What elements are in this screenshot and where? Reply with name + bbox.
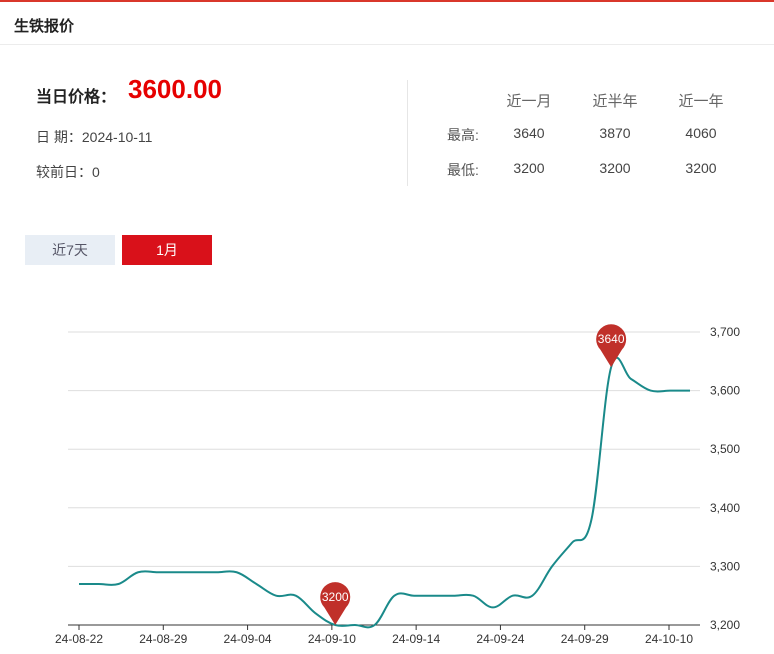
- x-tick-label: 24-09-10: [308, 632, 356, 646]
- series-line: [79, 356, 690, 629]
- change-label: 较前日：: [36, 164, 92, 180]
- date-row: 日 期：2024-10-11: [36, 127, 152, 147]
- x-tick-label: 24-09-24: [476, 632, 524, 646]
- tab-1-month[interactable]: 1月: [122, 235, 212, 265]
- x-tick-label: 24-09-29: [561, 632, 609, 646]
- stats-high-month: 3640: [513, 125, 545, 141]
- vertical-divider: [407, 80, 408, 186]
- marker-pin: 3200: [320, 582, 351, 625]
- x-tick-label: 24-09-14: [392, 632, 440, 646]
- stats-column-year: 近一年: [678, 93, 724, 110]
- date-value: 2024-10-11: [81, 129, 153, 145]
- stats-low-half-year: 3200: [599, 160, 631, 176]
- y-tick-label: 3,300: [710, 559, 740, 573]
- marker-pin: 3640: [596, 324, 627, 368]
- stats-column-month: 近一月: [506, 93, 552, 110]
- price-line-chart: 3,200 3,300 3,400 3,500 3,600 3,700 24-08-22 24…: [55, 324, 740, 646]
- stats-high-label: 最高:: [447, 127, 479, 143]
- marker-label: 3200: [322, 590, 349, 604]
- x-tick-label: 24-08-29: [139, 632, 187, 646]
- stats-low-label: 最低:: [447, 162, 479, 178]
- marker-label: 3640: [598, 332, 625, 346]
- current-price-label: 当日价格：: [36, 89, 117, 106]
- y-tick-label: 3,700: [710, 325, 740, 339]
- stats-low-month: 3200: [513, 160, 545, 176]
- section-title: 生铁报价: [14, 18, 75, 35]
- x-tick-label: 24-10-10: [645, 632, 693, 646]
- change-row: 较前日：0: [36, 162, 100, 182]
- stats-column-half-year: 近半年: [592, 93, 638, 110]
- change-value: 0: [92, 164, 100, 180]
- y-tick-label: 3,400: [710, 501, 740, 515]
- date-label: 日 期：: [36, 129, 82, 145]
- y-tick-label: 3,600: [710, 384, 740, 398]
- stats-high-year: 4060: [685, 125, 717, 141]
- stats-high-half-year: 3870: [599, 125, 631, 141]
- x-tick-label: 24-09-04: [224, 632, 272, 646]
- section-header: 生铁报价: [0, 2, 774, 45]
- stats-low-year: 3200: [685, 160, 717, 176]
- y-tick-label: 3,500: [710, 442, 740, 456]
- current-price-value: 3600.00: [128, 74, 222, 104]
- x-tick-label: 24-08-22: [55, 632, 103, 646]
- tab-7-days[interactable]: 近7天: [25, 235, 115, 265]
- y-tick-label: 3,200: [710, 618, 740, 632]
